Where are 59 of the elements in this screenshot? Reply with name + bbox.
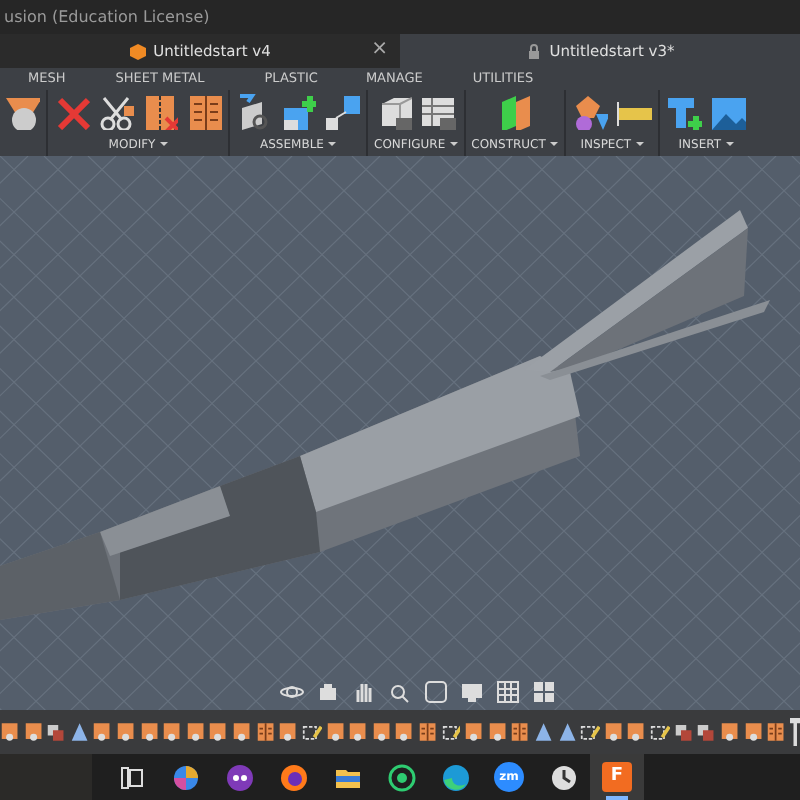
split-icon[interactable] bbox=[142, 94, 178, 130]
extrude-icon[interactable] bbox=[603, 720, 623, 744]
extrude-icon[interactable] bbox=[139, 720, 159, 744]
extrude-icon[interactable] bbox=[325, 720, 345, 744]
clock-icon bbox=[549, 763, 577, 791]
joint-icon[interactable] bbox=[236, 94, 272, 130]
firefox-icon bbox=[279, 763, 307, 791]
extrude-icon[interactable] bbox=[162, 720, 182, 744]
search-field[interactable] bbox=[0, 754, 92, 800]
copilot-icon bbox=[171, 763, 199, 791]
cone-icon[interactable] bbox=[69, 720, 89, 744]
viewports-icon[interactable] bbox=[532, 680, 556, 704]
window-title: usion (Education License) bbox=[0, 0, 800, 34]
zoom-icon[interactable] bbox=[388, 680, 412, 704]
timeline-marker[interactable] bbox=[789, 716, 800, 748]
box-icon bbox=[129, 43, 146, 59]
lock-icon bbox=[525, 43, 542, 59]
caret-icon bbox=[327, 142, 336, 146]
close-button[interactable]: × bbox=[371, 38, 388, 62]
body-icon[interactable] bbox=[696, 720, 716, 744]
split-icon[interactable] bbox=[417, 720, 438, 744]
cone-icon[interactable] bbox=[534, 720, 554, 744]
split-icon[interactable] bbox=[510, 720, 531, 744]
task-view-icon bbox=[117, 763, 145, 791]
extrude-icon[interactable] bbox=[208, 720, 229, 744]
image-icon[interactable] bbox=[709, 94, 746, 130]
panel-icon[interactable] bbox=[186, 94, 222, 130]
caret-icon bbox=[635, 142, 644, 146]
split-icon[interactable] bbox=[255, 720, 275, 744]
caret-icon bbox=[549, 142, 558, 146]
scissors-icon[interactable] bbox=[98, 94, 134, 130]
body-icon[interactable] bbox=[673, 720, 693, 744]
cone-icon[interactable] bbox=[557, 720, 577, 744]
extrude-icon[interactable] bbox=[185, 720, 205, 744]
table-icon[interactable] bbox=[419, 94, 456, 130]
extrude-icon[interactable] bbox=[626, 720, 647, 744]
extrude-icon[interactable] bbox=[348, 720, 368, 744]
chat-icon bbox=[387, 763, 415, 791]
extrude-icon[interactable] bbox=[464, 720, 484, 744]
grid-icon[interactable] bbox=[496, 680, 520, 704]
shapes-icon[interactable] bbox=[571, 94, 608, 130]
extrude-icon[interactable] bbox=[371, 720, 391, 744]
caret-icon bbox=[159, 142, 168, 146]
mesh-icon[interactable] bbox=[4, 94, 40, 130]
body-icon[interactable] bbox=[46, 720, 66, 744]
app-icon bbox=[225, 763, 253, 791]
split-icon[interactable] bbox=[766, 720, 786, 744]
edge-icon bbox=[441, 763, 469, 791]
caret-icon bbox=[725, 142, 734, 146]
rigid-icon[interactable] bbox=[324, 94, 360, 130]
component-icon[interactable] bbox=[280, 94, 316, 130]
insert-icon[interactable] bbox=[665, 94, 702, 130]
fit-icon[interactable] bbox=[424, 680, 448, 704]
extrude-icon[interactable] bbox=[116, 720, 136, 744]
extrude-icon[interactable] bbox=[743, 720, 763, 744]
caret-icon bbox=[449, 142, 458, 146]
display-icon[interactable] bbox=[460, 680, 484, 704]
extrude-icon[interactable] bbox=[23, 720, 43, 744]
orbit-icon[interactable] bbox=[280, 680, 304, 704]
